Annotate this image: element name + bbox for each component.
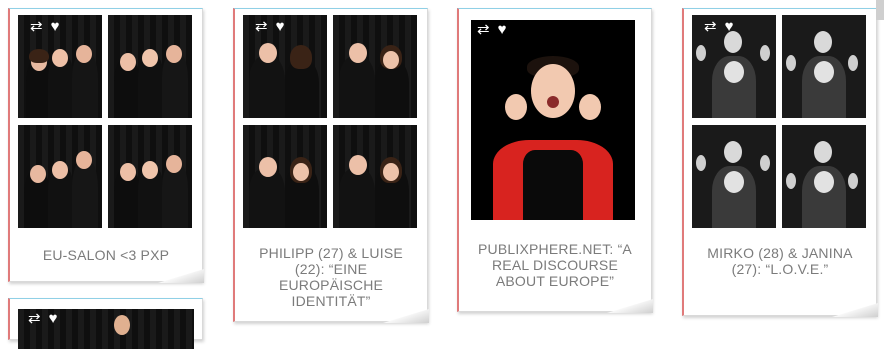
photo-card[interactable]: ⇄ ♥ MIRKO (28) & JANINA (27): “L.O.V.E.” [682, 8, 878, 317]
photo-thumb[interactable] [333, 125, 417, 228]
card-actions: ⇄ ♥ [255, 19, 284, 34]
photo-card[interactable]: ⇄ ♥ PUBLIXPHERE.NET: “A REAL DISCOURSE A… [457, 8, 653, 313]
photo-thumb[interactable] [692, 125, 776, 228]
repost-icon[interactable]: ⇄ [704, 19, 717, 34]
photo-thumb[interactable] [243, 125, 327, 228]
photo-thumb[interactable] [108, 125, 192, 228]
card-actions: ⇄ ♥ [704, 19, 733, 34]
photo-thumb[interactable] [782, 15, 866, 118]
photo-thumb[interactable]: ⇄ ♥ [18, 309, 194, 349]
repost-icon[interactable]: ⇄ [477, 22, 490, 37]
card-actions: ⇄ ♥ [477, 22, 506, 37]
photo-card[interactable]: ⇄ ♥ PHILIPP (27) & LUISE (22): “EINE EUR… [233, 8, 429, 323]
repost-icon[interactable]: ⇄ [255, 19, 268, 34]
card-actions: ⇄ ♥ [30, 19, 59, 34]
card-caption: PHILIPP (27) & LUISE (22): “EINE EUROPÄI… [259, 245, 403, 309]
photo-thumb[interactable] [18, 125, 102, 228]
card-caption: PUBLIXPHERE.NET: “A REAL DISCOURSE ABOUT… [478, 241, 632, 289]
repost-icon[interactable]: ⇄ [30, 19, 43, 34]
photo-thumb[interactable] [782, 125, 866, 228]
card-caption: MIRKO (28) & JANINA (27): “L.O.V.E.” [707, 245, 853, 277]
heart-icon[interactable]: ♥ [276, 19, 285, 34]
photo-card[interactable]: ⇄ ♥ EU-SALON <3 PXP [8, 8, 204, 283]
photo-card[interactable]: ⇄ ♥ [8, 298, 203, 349]
heart-icon[interactable]: ♥ [498, 22, 507, 37]
scrollbar-thumb[interactable] [876, 0, 884, 20]
card-caption: EU-SALON <3 PXP [42, 247, 170, 263]
photo-thumb[interactable] [108, 15, 192, 118]
photo-thumb[interactable]: ⇄ ♥ [471, 20, 635, 220]
heart-icon[interactable]: ♥ [725, 19, 734, 34]
heart-icon[interactable]: ♥ [51, 19, 60, 34]
photo-thumb[interactable] [333, 15, 417, 118]
